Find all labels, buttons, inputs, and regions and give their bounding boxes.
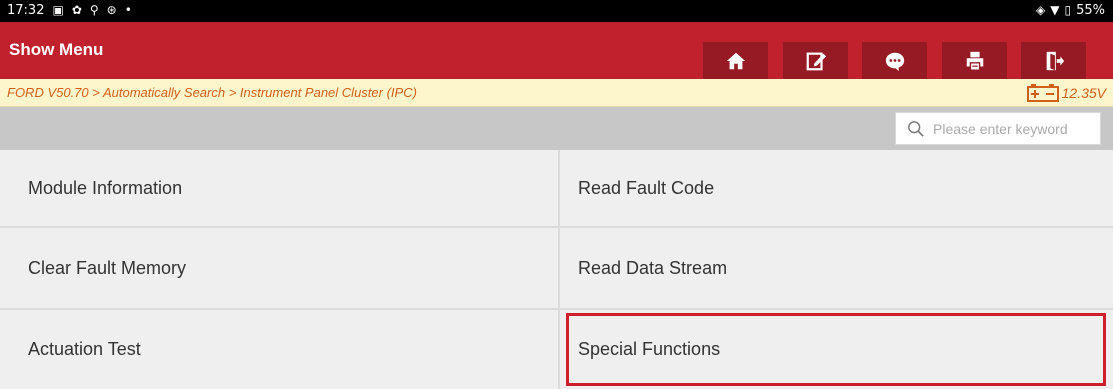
vibrate-icon: ◈ <box>1036 3 1046 17</box>
usb-icon: ⚲ <box>89 3 99 17</box>
settings-icon: ✿ <box>71 3 82 17</box>
edit-button[interactable] <box>783 42 848 79</box>
chat-icon <box>885 52 904 71</box>
voltage-value: 12.35V <box>1061 85 1106 101</box>
column-divider <box>558 150 560 389</box>
menu-item-label: Module Information <box>28 177 183 198</box>
wifi-icon: ▼ <box>1050 3 1060 17</box>
breadcrumb: FORD V50.70 > Automatically Search > Ins… <box>7 85 417 100</box>
menu-item-label: Read Fault Code <box>578 177 715 198</box>
battery-icon: ▯ <box>1064 3 1072 17</box>
dot-icon: • <box>124 3 132 17</box>
menu-item-read-data-stream[interactable]: Read Data Stream <box>560 228 1113 308</box>
home-button[interactable] <box>703 42 768 79</box>
edit-icon <box>806 52 826 70</box>
function-menu: Module Information Read Fault Code Clear… <box>0 150 1113 389</box>
menu-item-clear-fault-memory[interactable]: Clear Fault Memory <box>0 228 558 308</box>
print-icon <box>966 51 983 71</box>
status-bar: 17:32 ▣ ✿ ⚲ ⊛ • ◈ ▼ ▯ 55% <box>0 0 1113 22</box>
search-bar <box>0 107 1113 150</box>
menu-item-label: Read Data Stream <box>578 257 728 278</box>
selection-highlight <box>566 313 1106 386</box>
battery-voltage-icon <box>1026 84 1059 102</box>
exit-icon <box>1046 51 1064 70</box>
accessibility-icon: ⊛ <box>106 3 117 17</box>
menu-item-actuation-test[interactable]: Actuation Test <box>0 310 558 389</box>
exit-button[interactable] <box>1021 42 1086 79</box>
page-title: Show Menu <box>9 40 104 59</box>
voltage-indicator: 12.35V <box>1026 84 1106 102</box>
row-divider <box>0 308 1113 310</box>
home-icon <box>726 52 745 69</box>
print-button[interactable] <box>942 42 1007 79</box>
menu-item-module-information[interactable]: Module Information <box>0 150 558 226</box>
battery-percent: 55% <box>1076 3 1105 18</box>
row-divider <box>0 226 1113 228</box>
chat-button[interactable] <box>862 42 927 79</box>
app-header: Show Menu <box>0 22 1113 79</box>
menu-item-label: Actuation Test <box>28 339 141 359</box>
status-time: 17:32 <box>7 3 45 18</box>
search-input[interactable] <box>931 119 1100 138</box>
menu-item-label: Clear Fault Memory <box>28 257 187 278</box>
gallery-icon: ▣ <box>52 3 64 17</box>
menu-item-read-fault-code[interactable]: Read Fault Code <box>560 150 1113 226</box>
breadcrumb-bar: FORD V50.70 > Automatically Search > Ins… <box>0 79 1113 107</box>
search-icon <box>908 120 924 137</box>
search-box[interactable] <box>895 112 1101 145</box>
